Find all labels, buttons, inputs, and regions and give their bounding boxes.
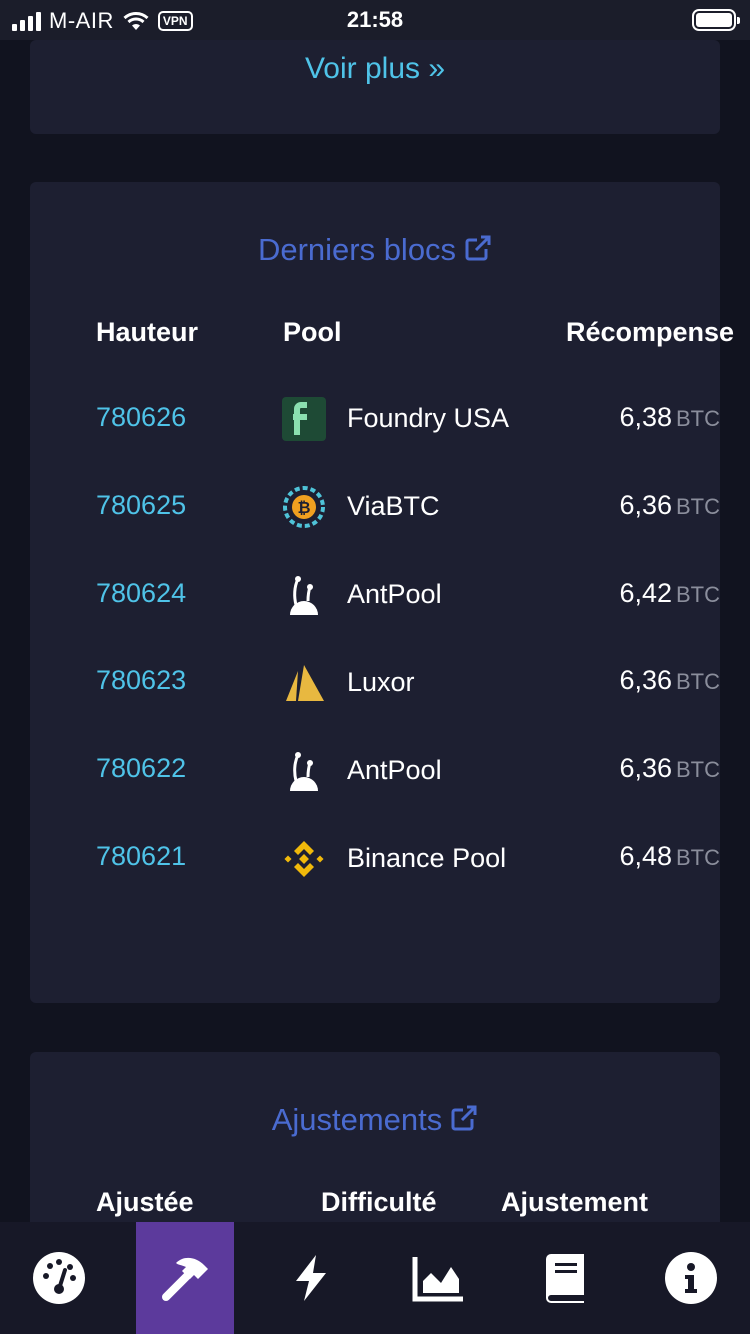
reward-value: 6,36	[619, 753, 672, 783]
reward-unit: BTC	[676, 669, 720, 694]
column-header-pool: Pool	[283, 317, 342, 347]
pool-name: Foundry USA	[347, 403, 510, 433]
pool-name: AntPool	[347, 755, 442, 785]
reward-unit: BTC	[676, 494, 720, 519]
column-header-adjustment: Ajustement	[501, 1187, 649, 1217]
nav-lightning[interactable]	[262, 1222, 360, 1334]
previous-card: Voir plus »	[30, 40, 720, 134]
column-header-adjusted: Ajustée	[96, 1187, 194, 1217]
antpool-logo-icon	[290, 752, 318, 791]
block-reward: 6,38 BTC	[619, 402, 720, 433]
nav-about[interactable]	[642, 1222, 740, 1334]
status-time: 21:58	[346, 7, 404, 32]
reward-unit: BTC	[676, 757, 720, 782]
block-height-link[interactable]: 780626	[96, 402, 186, 433]
book-icon[interactable]	[538, 1251, 592, 1305]
pool-name: ViaBTC	[347, 491, 440, 521]
pool-name: AntPool	[347, 579, 442, 609]
reward-value: 6,48	[619, 841, 672, 871]
block-reward: 6,48 BTC	[619, 841, 720, 872]
see-more-link[interactable]: Voir plus »	[30, 52, 720, 86]
column-header-difficulty: Difficulté	[321, 1187, 437, 1217]
info-icon[interactable]	[664, 1251, 718, 1305]
battery-icon	[692, 9, 740, 31]
area-chart-icon[interactable]	[411, 1251, 465, 1305]
reward-unit: BTC	[676, 582, 720, 607]
nav-docs[interactable]	[516, 1222, 614, 1334]
latest-blocks-title[interactable]: Derniers blocs	[30, 232, 720, 268]
block-reward: 6,36 BTC	[619, 490, 720, 521]
bottom-nav	[0, 1222, 750, 1334]
pool-name: Luxor	[347, 667, 415, 697]
block-height-link[interactable]: 780621	[96, 841, 186, 872]
nav-mining[interactable]	[136, 1222, 234, 1334]
svg-text:₿: ₿	[297, 498, 310, 517]
dashboard-gauge-icon[interactable]	[32, 1251, 86, 1305]
column-header-height: Hauteur	[96, 317, 199, 347]
reward-value: 6,36	[619, 665, 672, 695]
block-reward: 6,36 BTC	[619, 665, 720, 696]
reward-unit: BTC	[676, 406, 720, 431]
block-height-link[interactable]: 780624	[96, 578, 186, 609]
block-reward: 6,42 BTC	[619, 578, 720, 609]
antpool-logo-icon	[290, 576, 318, 615]
latest-blocks-title-text[interactable]: Derniers blocs	[258, 232, 456, 267]
block-height-link[interactable]: 780622	[96, 753, 186, 784]
status-bar: M-AIR VPN 21:58	[0, 0, 750, 40]
reward-value: 6,38	[619, 402, 672, 432]
luxor-logo-icon	[286, 665, 324, 701]
lightning-icon[interactable]	[284, 1251, 338, 1305]
latest-blocks-card: Derniers blocs Hauteur Pool Récompense 7…	[30, 182, 734, 1003]
external-link-icon[interactable]	[450, 1104, 478, 1132]
block-height-link[interactable]: 780625	[96, 490, 186, 521]
foundry-usa-logo-icon	[282, 397, 326, 441]
hammer-icon[interactable]	[158, 1251, 212, 1305]
nav-dashboard[interactable]	[10, 1222, 108, 1334]
adjustments-title-text[interactable]: Ajustements	[272, 1102, 443, 1137]
reward-unit: BTC	[676, 845, 720, 870]
nav-graphs[interactable]	[389, 1222, 487, 1334]
block-reward: 6,36 BTC	[619, 753, 720, 784]
column-header-reward: Récompense	[566, 317, 735, 347]
reward-value: 6,42	[619, 578, 672, 608]
block-height-link[interactable]: 780623	[96, 665, 186, 696]
binance-pool-logo-icon	[284, 841, 324, 877]
viabtc-logo-icon: ₿	[283, 486, 325, 528]
pool-name: Binance Pool	[347, 843, 507, 873]
reward-value: 6,36	[619, 490, 672, 520]
adjustments-title[interactable]: Ajustements	[30, 1102, 720, 1138]
external-link-icon[interactable]	[464, 234, 492, 262]
